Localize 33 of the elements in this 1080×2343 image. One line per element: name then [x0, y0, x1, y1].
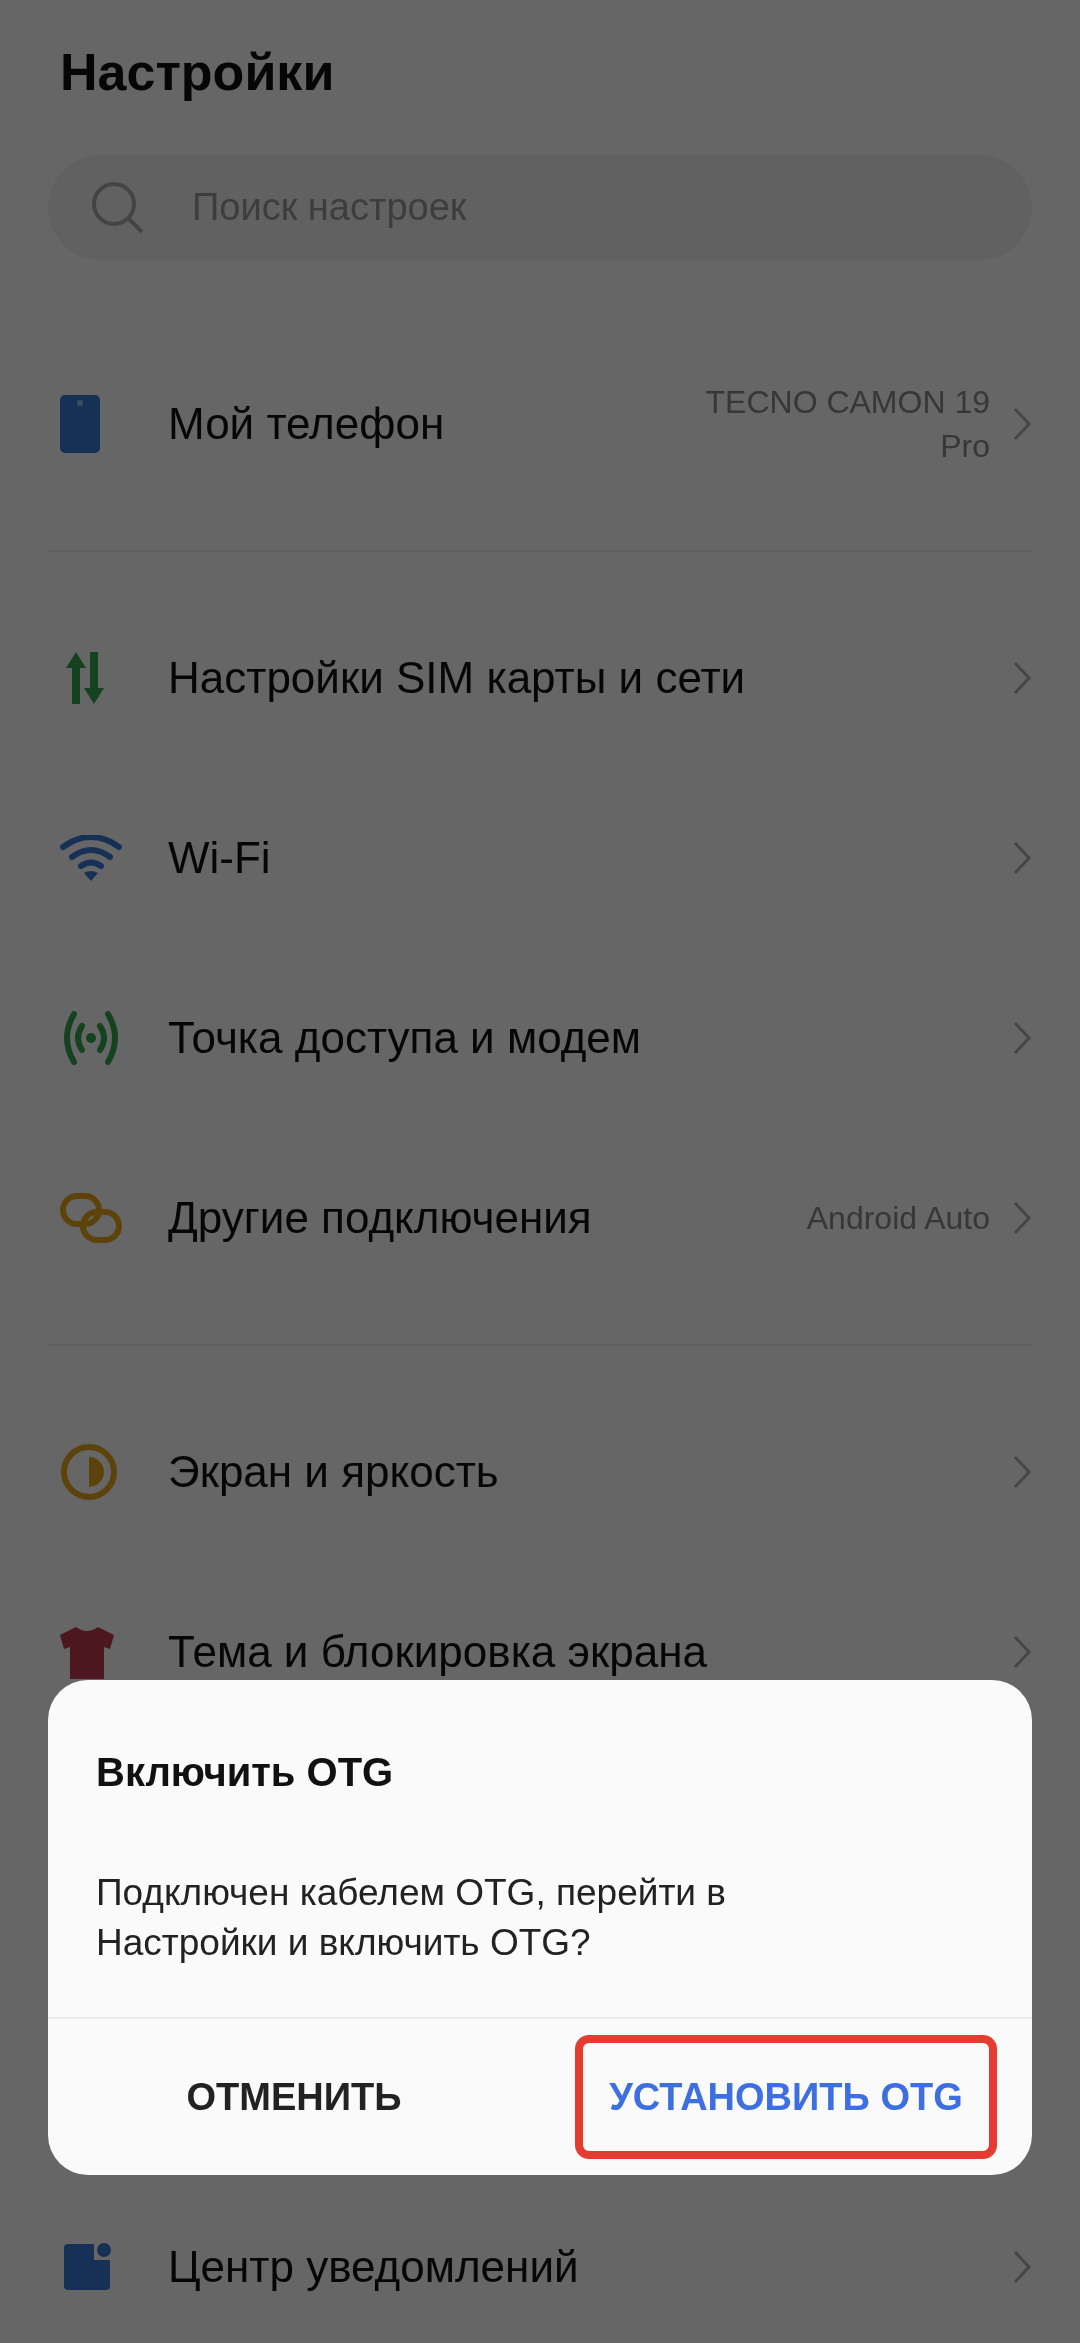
- item-label: Тема и блокировка экрана: [168, 1626, 708, 1678]
- item-label: Центр уведомлений: [168, 2241, 580, 2293]
- chevron-icon: [1012, 1200, 1032, 1236]
- chevron-icon: [1012, 2249, 1032, 2285]
- item-label: Настройки SIM карты и сети: [168, 652, 747, 704]
- item-label: Другие подключения: [168, 1192, 593, 1244]
- settings-item[interactable]: Настройки SIM карты и сети: [0, 588, 1080, 768]
- item-label: Wi-Fi: [168, 832, 272, 884]
- chevron-icon: [1012, 406, 1032, 442]
- chevron-icon: [1012, 1020, 1032, 1056]
- settings-item[interactable]: Экран и яркость: [0, 1382, 1080, 1562]
- item-label: Экран и яркость: [168, 1446, 500, 1498]
- item-label: Точка доступа и модем: [168, 1012, 643, 1064]
- search-icon: [90, 180, 146, 236]
- settings-item[interactable]: Wi-Fi: [0, 768, 1080, 948]
- settings-item[interactable]: Центр уведомлений: [0, 2191, 1080, 2343]
- dialog-title: Включить OTG: [95, 1749, 395, 1796]
- confirm-button[interactable]: УСТАНОВИТЬ OTG: [575, 2035, 997, 2159]
- phone-icon: [60, 395, 100, 453]
- dialog-message: Подключен кабелем OTG, перейти в Настройки и включить OTG?: [95, 1871, 727, 1965]
- settings-item[interactable]: Точка доступа и модем: [0, 948, 1080, 1128]
- chevron-icon: [1012, 1454, 1032, 1490]
- chevron-icon: [1012, 840, 1032, 876]
- shirt-icon: [60, 1625, 114, 1679]
- page-title: Настройки: [60, 42, 336, 103]
- chevron-icon: [1012, 1634, 1032, 1670]
- wifi-icon: [60, 835, 122, 881]
- link-icon: [60, 1193, 122, 1243]
- chevron-icon: [1012, 660, 1032, 696]
- item-label: Мой телефон: [168, 398, 446, 450]
- cancel-button[interactable]: ОТМЕНИТЬ: [152, 2035, 436, 2159]
- brightness-icon: [60, 1443, 118, 1501]
- settings-item[interactable]: Тема и блокировка экрана: [0, 1562, 1080, 1742]
